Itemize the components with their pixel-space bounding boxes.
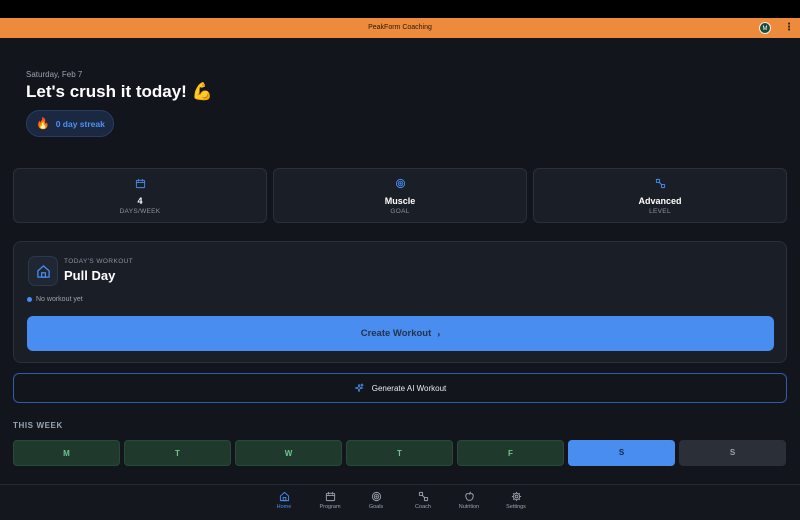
stat-card-level: Advanced LEVEL: [533, 168, 787, 223]
dumbbell-icon: [655, 178, 666, 189]
nav-label: Program: [319, 504, 341, 510]
generate-ai-workout-button[interactable]: Generate AI Workout: [13, 373, 787, 403]
week-day-sat[interactable]: S: [568, 440, 675, 466]
streak-badge: 🔥 0 day streak: [26, 110, 114, 137]
nav-item-settings[interactable]: Settings: [493, 491, 539, 519]
current-date: Saturday, Feb 7: [26, 70, 83, 79]
home-icon: [279, 491, 289, 502]
nav-item-coach[interactable]: Coach: [400, 491, 446, 519]
nav-item-goals[interactable]: Goals: [353, 491, 399, 519]
nav-item-program[interactable]: Program: [307, 491, 353, 519]
stat-value: 4: [137, 196, 143, 206]
streak-text: 0 day streak: [55, 118, 105, 129]
apple-icon: [464, 491, 474, 501]
gear-icon: [511, 491, 521, 502]
more-menu-icon[interactable]: ⋮: [784, 21, 794, 35]
nav-label: Home: [276, 504, 292, 510]
todays-workout-card: TODAY'S WORKOUT Pull Day No workout yet …: [13, 241, 787, 363]
calendar-icon: [135, 178, 146, 189]
workout-status: No workout yet: [27, 296, 83, 303]
page-title: Let's crush it today! 💪: [26, 82, 213, 101]
nav-item-nutrition[interactable]: Nutrition: [446, 491, 492, 519]
status-dot: [27, 297, 32, 302]
workout-title: Pull Day: [64, 268, 116, 283]
nav-label: Coach: [415, 504, 431, 510]
create-workout-label: Create Workout: [360, 328, 432, 339]
stat-card-goal: Muscle GOAL: [273, 168, 527, 223]
nav-label: Nutrition: [458, 504, 480, 510]
avatar[interactable]: M: [759, 22, 771, 34]
week-section-label: THIS WEEK: [13, 421, 63, 430]
create-workout-button[interactable]: Create Workout ›: [27, 316, 774, 351]
status-text: No workout yet: [36, 296, 83, 303]
status-bar: [0, 0, 800, 18]
week-day-thu[interactable]: T: [346, 440, 453, 466]
app-title: PeakForm Coaching: [368, 24, 432, 31]
dumbbell-icon: [418, 491, 428, 502]
bottom-navigation: Home Program Goals Coach Nutrition Setti…: [0, 484, 800, 520]
home-icon: [37, 265, 50, 278]
app-header: PeakForm Coaching M ⋮: [0, 18, 800, 38]
sparkles-icon: [354, 383, 364, 393]
calendar-icon: [325, 491, 335, 502]
nav-label: Settings: [506, 504, 526, 510]
week-day-mon[interactable]: M: [13, 440, 120, 466]
nav-label: Goals: [368, 504, 384, 510]
target-icon: [371, 491, 381, 502]
nav-item-home[interactable]: Home: [261, 491, 307, 519]
section-label: TODAY'S WORKOUT: [64, 258, 134, 265]
week-day-wed[interactable]: W: [235, 440, 342, 466]
chevron-right-icon: ›: [437, 328, 441, 339]
stat-label: GOAL: [390, 208, 410, 215]
stat-label: LEVEL: [649, 208, 671, 215]
stat-label: DAYS/WEEK: [119, 208, 161, 215]
week-day-tue[interactable]: T: [124, 440, 231, 466]
flame-icon: 🔥: [36, 118, 50, 130]
week-day-sun[interactable]: S: [679, 440, 786, 466]
ai-workout-label: Generate AI Workout: [371, 383, 447, 393]
stat-value: Muscle: [384, 196, 416, 206]
week-day-fri[interactable]: F: [457, 440, 564, 466]
stat-card-days: 4 DAYS/WEEK: [13, 168, 267, 223]
stat-value: Advanced: [638, 196, 682, 206]
target-icon: [395, 178, 406, 189]
workout-icon-box: [28, 256, 58, 286]
